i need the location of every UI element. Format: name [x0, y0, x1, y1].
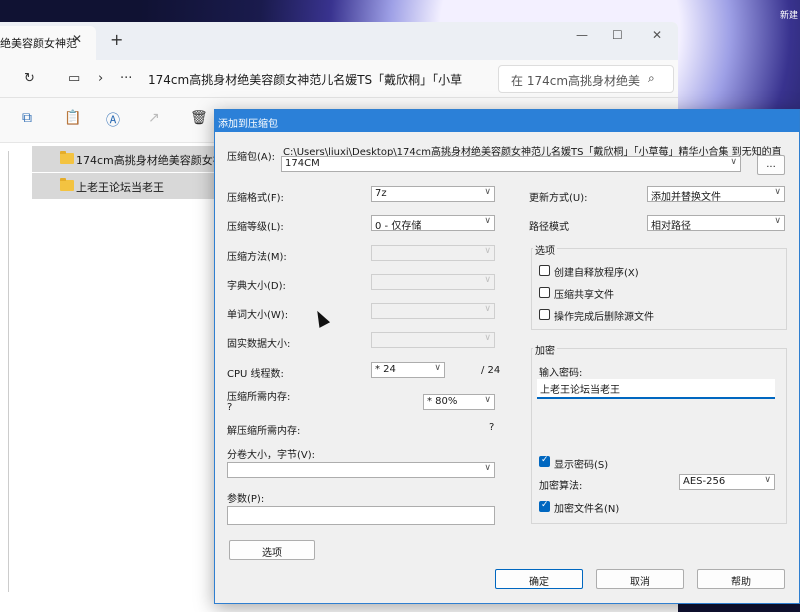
encryption-group-title: 加密: [533, 342, 557, 357]
maximize-icon[interactable]: ☐: [612, 28, 623, 42]
format-select[interactable]: 7z ∨: [371, 186, 495, 202]
refresh-icon[interactable]: ↻: [24, 71, 35, 86]
paste-icon[interactable]: 📋: [64, 110, 81, 126]
archive-label: 压缩包(A):: [227, 152, 276, 163]
chevron-down-icon: ∨: [484, 333, 491, 343]
address-bar: ↻ ▭ › ··· 174cm高挑身材绝美容颜女神范儿名媛TS「戴欣桐」「小草 …: [0, 60, 678, 98]
copy-icon[interactable]: ⧉: [22, 110, 32, 126]
dict-select[interactable]: ∨: [371, 274, 495, 290]
mem-unknown: ?: [227, 402, 233, 413]
dialog-title: 添加到压缩包: [215, 110, 799, 132]
chevron-down-icon: ∨: [484, 187, 491, 197]
chevron-down-icon: ∨: [484, 304, 491, 314]
search-icon[interactable]: ⌕: [648, 71, 655, 86]
delete-icon[interactable]: 🗑: [190, 110, 208, 126]
nav-pane-divider: [8, 151, 9, 592]
update-select[interactable]: 添加并替换文件 ∨: [647, 186, 785, 202]
folder-icon: [60, 178, 74, 191]
minimize-icon[interactable]: —: [576, 28, 588, 42]
split-select[interactable]: ∨: [227, 462, 495, 478]
chevron-down-icon: ∨: [484, 216, 491, 226]
path-select[interactable]: 相对路径 ∨: [647, 215, 785, 231]
encrypt-names-checkbox[interactable]: [539, 500, 550, 512]
path-label: 路径模式: [529, 222, 569, 233]
monitor-icon[interactable]: ▭: [68, 71, 80, 86]
shared-label: 压缩共享文件: [554, 290, 614, 301]
format-label: 压缩格式(F):: [227, 193, 284, 204]
level-select[interactable]: 0 - 仅存储 ∨: [371, 215, 495, 231]
chevron-down-icon: ∨: [434, 363, 441, 373]
chevron-down-icon: ∨: [484, 246, 491, 256]
delete-source-label: 操作完成后删除源文件: [554, 312, 654, 323]
algo-select[interactable]: AES-256 ∨: [679, 474, 775, 490]
params-label: 参数(P):: [227, 494, 265, 505]
cancel-button[interactable]: 取消: [596, 569, 684, 589]
chevron-down-icon: ∨: [764, 475, 771, 485]
update-label: 更新方式(U):: [529, 193, 588, 204]
cpu-select[interactable]: * 24 ∨: [371, 362, 445, 378]
chevron-down-icon: ∨: [774, 187, 781, 197]
decomp-unknown: ?: [489, 422, 495, 433]
archive-name-combo[interactable]: 174CM ∨: [281, 156, 741, 172]
sfx-checkbox[interactable]: [539, 265, 550, 276]
browse-button[interactable]: ...: [757, 155, 785, 175]
delete-source-checkbox[interactable]: [539, 309, 550, 320]
show-password-label: 显示密码(S): [554, 460, 609, 471]
cpu-total: / 24: [481, 365, 501, 376]
solid-label: 固实数据大小:: [227, 339, 291, 350]
chevron-down-icon: ∨: [484, 275, 491, 285]
address-path[interactable]: 174cm高挑身材绝美容颜女神范儿名媛TS「戴欣桐」「小草: [148, 71, 492, 88]
sfx-label: 创建自释放程序(X): [554, 268, 639, 279]
solid-select[interactable]: ∨: [371, 332, 495, 348]
method-select[interactable]: ∨: [371, 245, 495, 261]
tab-bar: 绝美容颜女神范 ✕ + — ☐ ✕: [0, 22, 678, 60]
encrypt-names-label: 加密文件名(N): [554, 504, 620, 515]
algo-label: 加密算法:: [539, 481, 583, 492]
rename-icon[interactable]: Ⓐ: [106, 110, 120, 130]
show-password-checkbox[interactable]: [539, 455, 550, 467]
level-label: 压缩等级(L):: [227, 222, 284, 233]
method-label: 压缩方法(M):: [227, 252, 287, 263]
help-button[interactable]: 帮助: [697, 569, 785, 589]
decomp-label: 解压缩所需内存:: [227, 426, 301, 437]
chevron-down-icon: ∨: [484, 395, 491, 405]
close-tab-icon[interactable]: ✕: [72, 32, 82, 46]
mem-label: 压缩所需内存:: [227, 392, 291, 403]
chevron-down-icon: ∨: [730, 157, 737, 167]
share-icon[interactable]: ↗: [148, 110, 160, 126]
add-to-archive-dialog: 添加到压缩包 压缩包(A): C:\Users\liuxi\Desktop\17…: [214, 109, 800, 604]
more-icon[interactable]: ···: [120, 71, 132, 86]
list-item[interactable]: 174cm高挑身材绝美容颜女神范: [32, 146, 232, 172]
cpu-label: CPU 线程数:: [227, 369, 284, 380]
word-select[interactable]: ∨: [371, 303, 495, 319]
ok-button[interactable]: 确定: [495, 569, 583, 589]
chevron-down-icon: ∨: [484, 463, 491, 473]
password-label: 输入密码:: [539, 368, 583, 379]
list-item[interactable]: 上老王论坛当老王: [32, 173, 232, 199]
dict-label: 字典大小(D):: [227, 281, 286, 292]
new-tab-icon[interactable]: +: [110, 30, 123, 49]
password-input[interactable]: 上老王论坛当老王: [537, 379, 775, 399]
options-group-title: 选项: [533, 242, 557, 257]
chevron-right-icon[interactable]: ›: [98, 71, 103, 86]
tab-title: 绝美容颜女神范: [0, 37, 77, 50]
chevron-down-icon: ∨: [774, 216, 781, 226]
close-window-icon[interactable]: ✕: [652, 28, 662, 42]
split-label: 分卷大小，字节(V):: [227, 450, 316, 461]
word-label: 单词大小(W):: [227, 310, 289, 321]
options-button[interactable]: 选项: [229, 540, 315, 560]
folder-icon: [60, 151, 74, 164]
params-input[interactable]: [227, 506, 495, 525]
mem-select[interactable]: * 80% ∨: [423, 394, 495, 410]
desktop-label: 新建: [779, 11, 798, 21]
shared-checkbox[interactable]: [539, 287, 550, 298]
explorer-tab[interactable]: 绝美容颜女神范 ✕: [0, 26, 96, 60]
